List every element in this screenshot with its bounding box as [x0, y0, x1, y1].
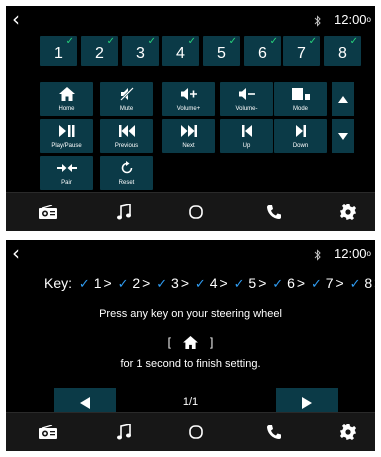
next-icon	[162, 122, 215, 139]
settings-button[interactable]	[332, 417, 364, 447]
settings-icon	[340, 424, 356, 440]
home-circle-button[interactable]	[180, 197, 212, 227]
music-button[interactable]	[108, 197, 140, 227]
home-button[interactable]: Home	[40, 82, 93, 116]
home-circle-icon	[189, 425, 203, 439]
key-8-button[interactable]: ✓ 8	[324, 36, 361, 66]
bluetooth-icon	[314, 248, 322, 261]
check-icon: ✓	[117, 277, 129, 292]
previous-icon	[100, 122, 153, 139]
play-pause-icon	[40, 122, 93, 139]
volume-down-button[interactable]: Volume-	[220, 82, 273, 116]
mode-button[interactable]: Mode	[274, 82, 327, 116]
key-7-button[interactable]: ✓ 7	[283, 36, 320, 66]
key-4-button[interactable]: ✓ 4	[162, 36, 199, 66]
settings-icon	[340, 204, 356, 220]
status-bar: ‹ 12:00o	[6, 6, 375, 34]
status-bar: ‹ 12:00o	[6, 240, 375, 268]
volume-down-icon	[220, 85, 273, 102]
radio-button[interactable]	[32, 197, 64, 227]
key-3-button[interactable]: ✓ 3	[122, 36, 159, 66]
radio-icon	[39, 205, 57, 219]
play-pause-button[interactable]: Play/Pause	[40, 119, 93, 153]
pair-button[interactable]: Pair	[40, 156, 93, 190]
key-5-button[interactable]: ✓ 5	[203, 36, 240, 66]
music-icon	[117, 204, 131, 220]
home-icon	[183, 335, 198, 349]
triangle-right-icon	[302, 397, 312, 409]
phone-icon	[267, 205, 281, 219]
home-key-indicator: [ ]	[167, 335, 214, 349]
check-icon: ✓	[349, 277, 361, 292]
key-1-button[interactable]: ✓ 1	[40, 36, 77, 66]
key-progress-line: Key: ✓ 1 > ✓ 2 > ✓ 3 > ✓ 4 > ✓ 5 > ✓ 6 > ✓ 7 > …	[44, 275, 375, 292]
clock: 12:00o	[334, 246, 371, 261]
up-button[interactable]: Up	[220, 119, 273, 153]
reset-icon	[100, 159, 153, 176]
key-6-button[interactable]: ✓ 6	[244, 36, 281, 66]
back-button[interactable]: ‹	[12, 8, 32, 30]
key-setting-prompt-screen: ‹ 12:00o Key: ✓ 1 > ✓ 2 > ✓ 3 > ✓ 4 > ✓ 5 > ✓…	[6, 240, 375, 451]
home-circle-button[interactable]	[180, 417, 212, 447]
previous-button[interactable]: Previous	[100, 119, 153, 153]
down-icon	[274, 122, 327, 139]
music-button[interactable]	[108, 417, 140, 447]
check-icon: ✓	[233, 277, 245, 292]
radio-icon	[39, 425, 57, 439]
volume-up-icon	[162, 85, 215, 102]
pair-icon	[40, 159, 93, 176]
back-button[interactable]: ‹	[12, 242, 32, 264]
phone-icon	[267, 425, 281, 439]
up-icon	[220, 122, 273, 139]
mute-icon	[100, 85, 153, 102]
home-circle-icon	[189, 205, 203, 219]
check-icon: ✓	[78, 277, 90, 292]
mode-icon	[274, 85, 327, 102]
check-icon: ✓	[194, 277, 206, 292]
phone-button[interactable]	[258, 417, 290, 447]
bottom-nav-bar	[6, 412, 375, 451]
settings-button[interactable]	[332, 197, 364, 227]
instruction-text-2: for 1 second to finish setting.	[120, 358, 261, 370]
clock: 12:00o	[334, 12, 371, 27]
key-2-button[interactable]: ✓ 2	[81, 36, 118, 66]
triangle-down-icon	[338, 132, 348, 140]
scroll-down-button[interactable]	[332, 119, 354, 153]
phone-button[interactable]	[258, 197, 290, 227]
music-icon	[117, 424, 131, 440]
instruction-text: Press any key on your steering wheel	[99, 308, 282, 320]
triangle-up-icon	[338, 95, 348, 103]
key-learning-screen: ‹ 12:00o ✓ 1 ✓ 2 ✓ 3 ✓ 4 ✓ 5 ✓ 6 ✓ 7 ✓ 8 Home Mu…	[6, 6, 375, 231]
check-icon: ✓	[272, 277, 284, 292]
mute-button[interactable]: Mute	[100, 82, 153, 116]
bluetooth-icon	[314, 14, 322, 27]
radio-button[interactable]	[32, 417, 64, 447]
bottom-nav-bar	[6, 192, 375, 231]
down-button[interactable]: Down	[274, 119, 327, 153]
check-icon: ✓	[310, 277, 322, 292]
next-button[interactable]: Next	[162, 119, 215, 153]
reset-button[interactable]: Reset	[100, 156, 153, 190]
volume-up-button[interactable]: Volume+	[162, 82, 215, 116]
scroll-up-button[interactable]	[332, 82, 354, 116]
check-icon: ✓	[156, 277, 168, 292]
home-icon	[40, 85, 93, 102]
